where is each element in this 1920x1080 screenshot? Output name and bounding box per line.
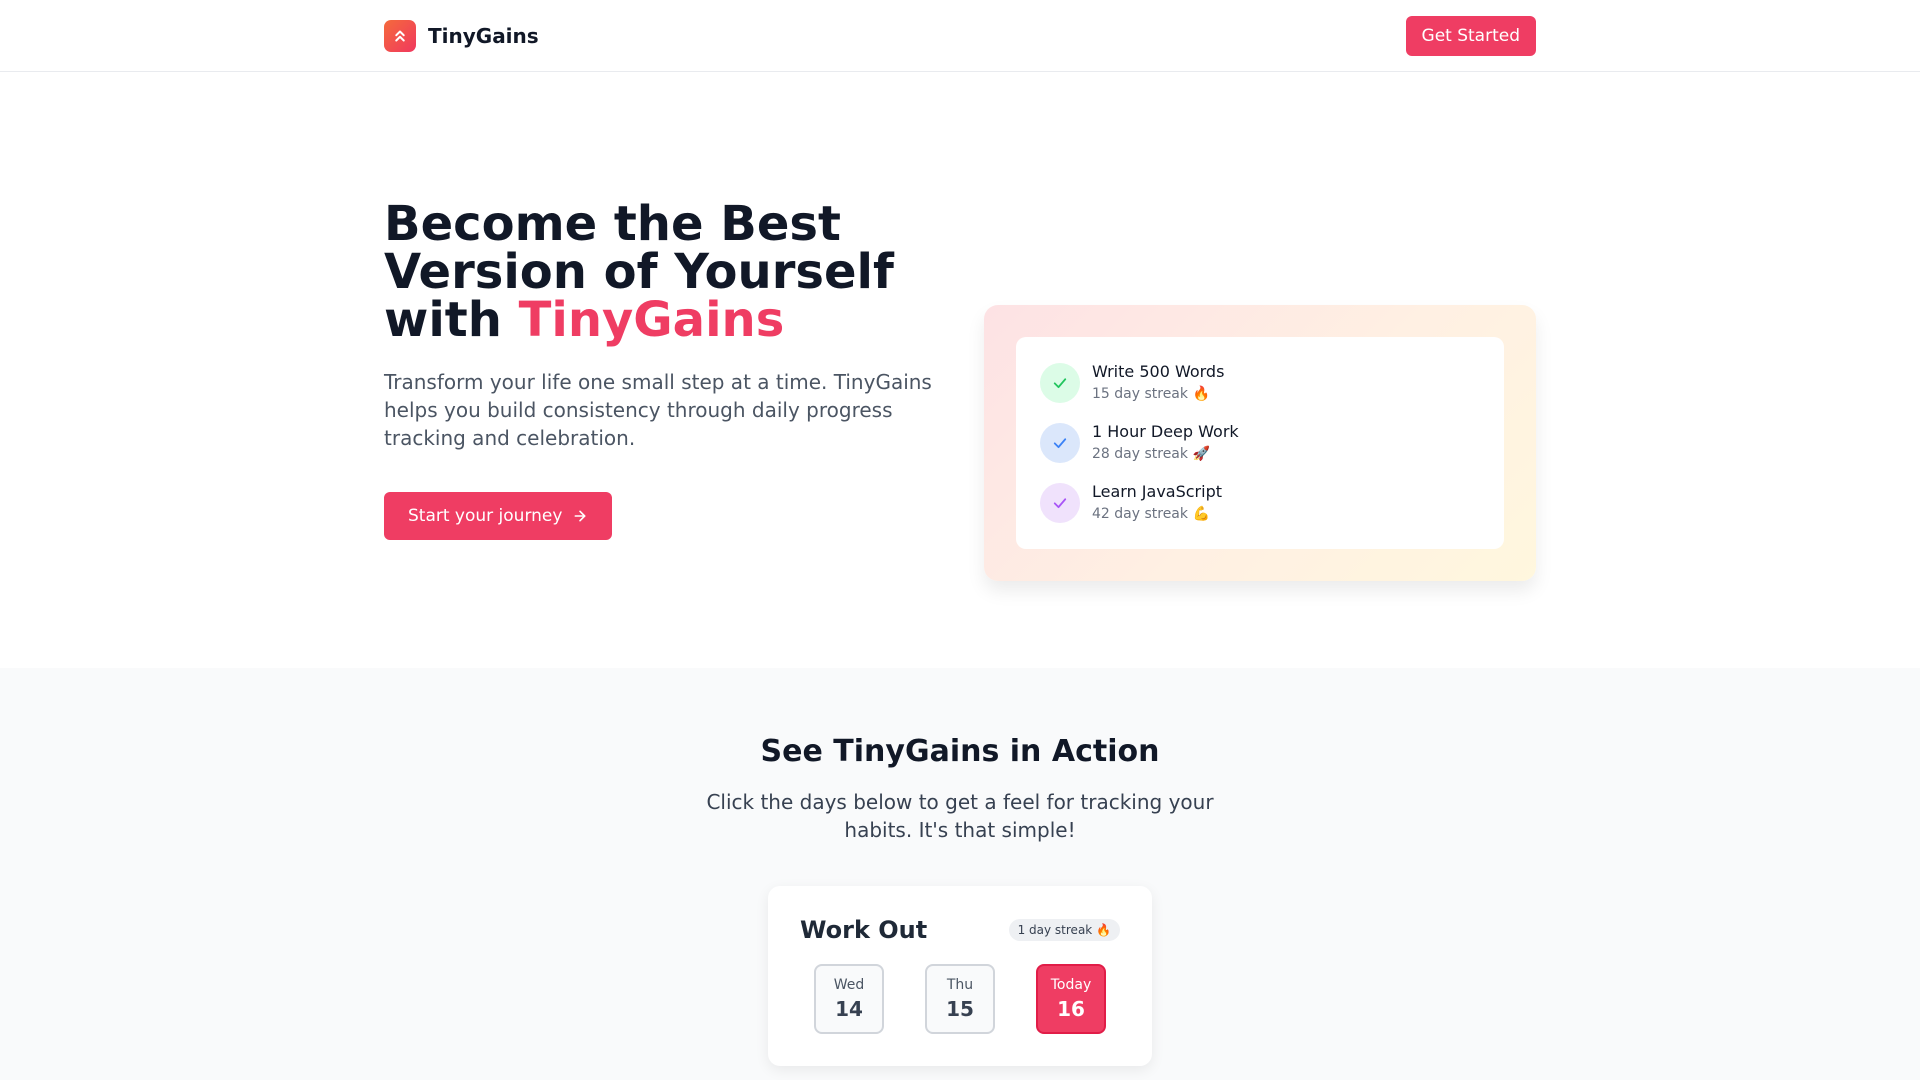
header-inner: TinyGains Get Started [384,0,1536,71]
hero-title: Become the Best Version of Yourself with… [384,200,944,344]
day-number: 16 [1057,997,1085,1021]
day-button-today[interactable]: Today 16 [1036,964,1106,1034]
hero-left: Become the Best Version of Yourself with… [384,200,944,668]
hero-section: Become the Best Version of Yourself with… [384,72,1536,668]
habit-name: 1 Hour Deep Work [1092,422,1239,441]
logo-icon [384,19,416,52]
habit-text: Write 500 Words 15 day streak 🔥 [1092,362,1224,404]
habit-text: Learn JavaScript 42 day streak 💪 [1092,482,1222,524]
demo-habit-card: Work Out 1 day streak 🔥 Wed 14 Thu 15 Today 1… [768,886,1152,1066]
arrow-right-icon [574,510,586,522]
day-number: 14 [835,997,863,1021]
day-name: Today [1050,977,1092,993]
habit-item: 1 Hour Deep Work 28 day streak 🚀 [1040,422,1480,464]
habit-streak: 28 day streak 🚀 [1092,446,1210,462]
habit-item: Write 500 Words 15 day streak 🔥 [1040,362,1480,404]
day-name: Thu [946,977,974,993]
site-header: TinyGains Get Started [0,0,1920,72]
day-button-thu[interactable]: Thu 15 [925,964,995,1034]
action-description: Click the days below to get a feel for t… [706,790,1214,842]
habit-list-card: Write 500 Words 15 day streak 🔥 1 Hour Dee… [1016,337,1504,549]
habit-streak: 15 day streak 🔥 [1092,386,1210,402]
start-journey-button[interactable]: Start your journey [384,492,613,540]
day-button-wed[interactable]: Wed 14 [814,964,884,1034]
streak-badge: 1 day streak 🔥 [1008,919,1120,941]
brand[interactable]: TinyGains [384,19,539,52]
habit-name: Write 500 Words [1092,362,1225,381]
get-started-button[interactable]: Get Started [1405,15,1536,56]
habit-text: 1 Hour Deep Work 28 day streak 🚀 [1092,422,1239,464]
action-title: See TinyGains in Action [760,734,1160,769]
check-icon [1040,423,1080,463]
day-name: Wed [833,977,865,993]
brand-name: TinyGains [428,23,539,48]
day-number: 15 [946,997,974,1021]
hero-title-accent: TinyGains [518,292,785,348]
hero-title-with: with [384,292,519,348]
habit-streak: 42 day streak 💪 [1092,506,1210,522]
check-icon [1040,363,1080,403]
start-journey-label: Start your journey [408,506,563,526]
hero-preview-panel: Write 500 Words 15 day streak 🔥 1 Hour Dee… [984,305,1536,581]
demo-habit-title: Work Out [800,916,928,944]
habit-name: Learn JavaScript [1092,482,1223,501]
check-icon [1040,483,1080,523]
hero-description: Transform your life one small step at a … [384,370,932,450]
day-selector: Wed 14 Thu 15 Today 16 [800,964,1120,1034]
action-section: See TinyGains in Action Click the days b… [0,668,1920,1080]
demo-header: Work Out 1 day streak 🔥 [800,916,1120,944]
habit-item: Learn JavaScript 42 day streak 💪 [1040,482,1480,524]
